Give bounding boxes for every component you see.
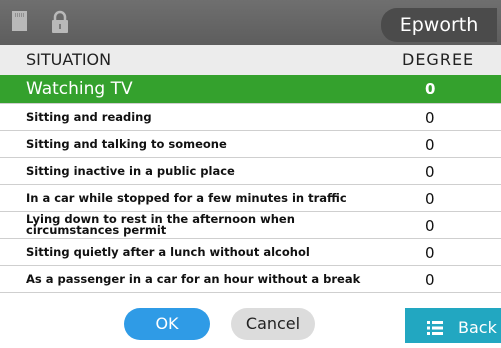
back-button[interactable]: Back bbox=[405, 308, 501, 343]
degree-value[interactable]: 0 bbox=[425, 266, 435, 294]
situation-table: Watching TV 0 Sitting and reading 0 Sitt… bbox=[0, 75, 501, 293]
degree-value[interactable]: 0 bbox=[425, 212, 435, 240]
degree-value[interactable]: 0 bbox=[425, 104, 435, 132]
situation-label: Lying down to rest in the afternoon when… bbox=[26, 212, 295, 237]
table-row[interactable]: Sitting quietly after a lunch without al… bbox=[0, 239, 501, 266]
situation-label: Watching TV bbox=[26, 79, 133, 99]
table-row[interactable]: Sitting and reading 0 bbox=[0, 104, 501, 131]
situation-label: Sitting and talking to someone bbox=[26, 137, 227, 151]
back-label: Back bbox=[458, 318, 497, 337]
degree-value[interactable]: 0 bbox=[425, 75, 435, 104]
degree-value[interactable]: 0 bbox=[425, 185, 435, 213]
situation-label: Sitting quietly after a lunch without al… bbox=[26, 245, 310, 259]
table-row[interactable]: Lying down to rest in the afternoon when… bbox=[0, 212, 501, 239]
situation-label: Sitting and reading bbox=[26, 110, 152, 124]
ok-button[interactable]: OK bbox=[124, 308, 210, 340]
table-row[interactable]: Watching TV 0 bbox=[0, 75, 501, 104]
degree-value[interactable]: 0 bbox=[425, 239, 435, 267]
degree-value[interactable]: 0 bbox=[425, 131, 435, 159]
sd-card-icon bbox=[12, 11, 27, 31]
list-icon bbox=[427, 321, 443, 335]
status-bar: Epworth bbox=[0, 0, 501, 45]
table-row[interactable]: In a car while stopped for a few minutes… bbox=[0, 185, 501, 212]
situation-label: In a car while stopped for a few minutes… bbox=[26, 191, 347, 205]
cancel-button[interactable]: Cancel bbox=[231, 308, 315, 340]
degree-value[interactable]: 0 bbox=[425, 158, 435, 186]
degree-column-header: DEGREE bbox=[402, 50, 475, 69]
situation-column-header: SITUATION bbox=[26, 50, 112, 69]
lock-icon bbox=[52, 10, 68, 33]
situation-label: As a passenger in a car for an hour with… bbox=[26, 272, 361, 286]
table-row[interactable]: Sitting inactive in a public place 0 bbox=[0, 158, 501, 185]
epworth-title: Epworth bbox=[381, 8, 497, 42]
table-row[interactable]: Sitting and talking to someone 0 bbox=[0, 131, 501, 158]
table-row[interactable]: As a passenger in a car for an hour with… bbox=[0, 266, 501, 293]
table-header: SITUATION DEGREE bbox=[0, 45, 501, 75]
situation-label: Sitting inactive in a public place bbox=[26, 164, 235, 178]
